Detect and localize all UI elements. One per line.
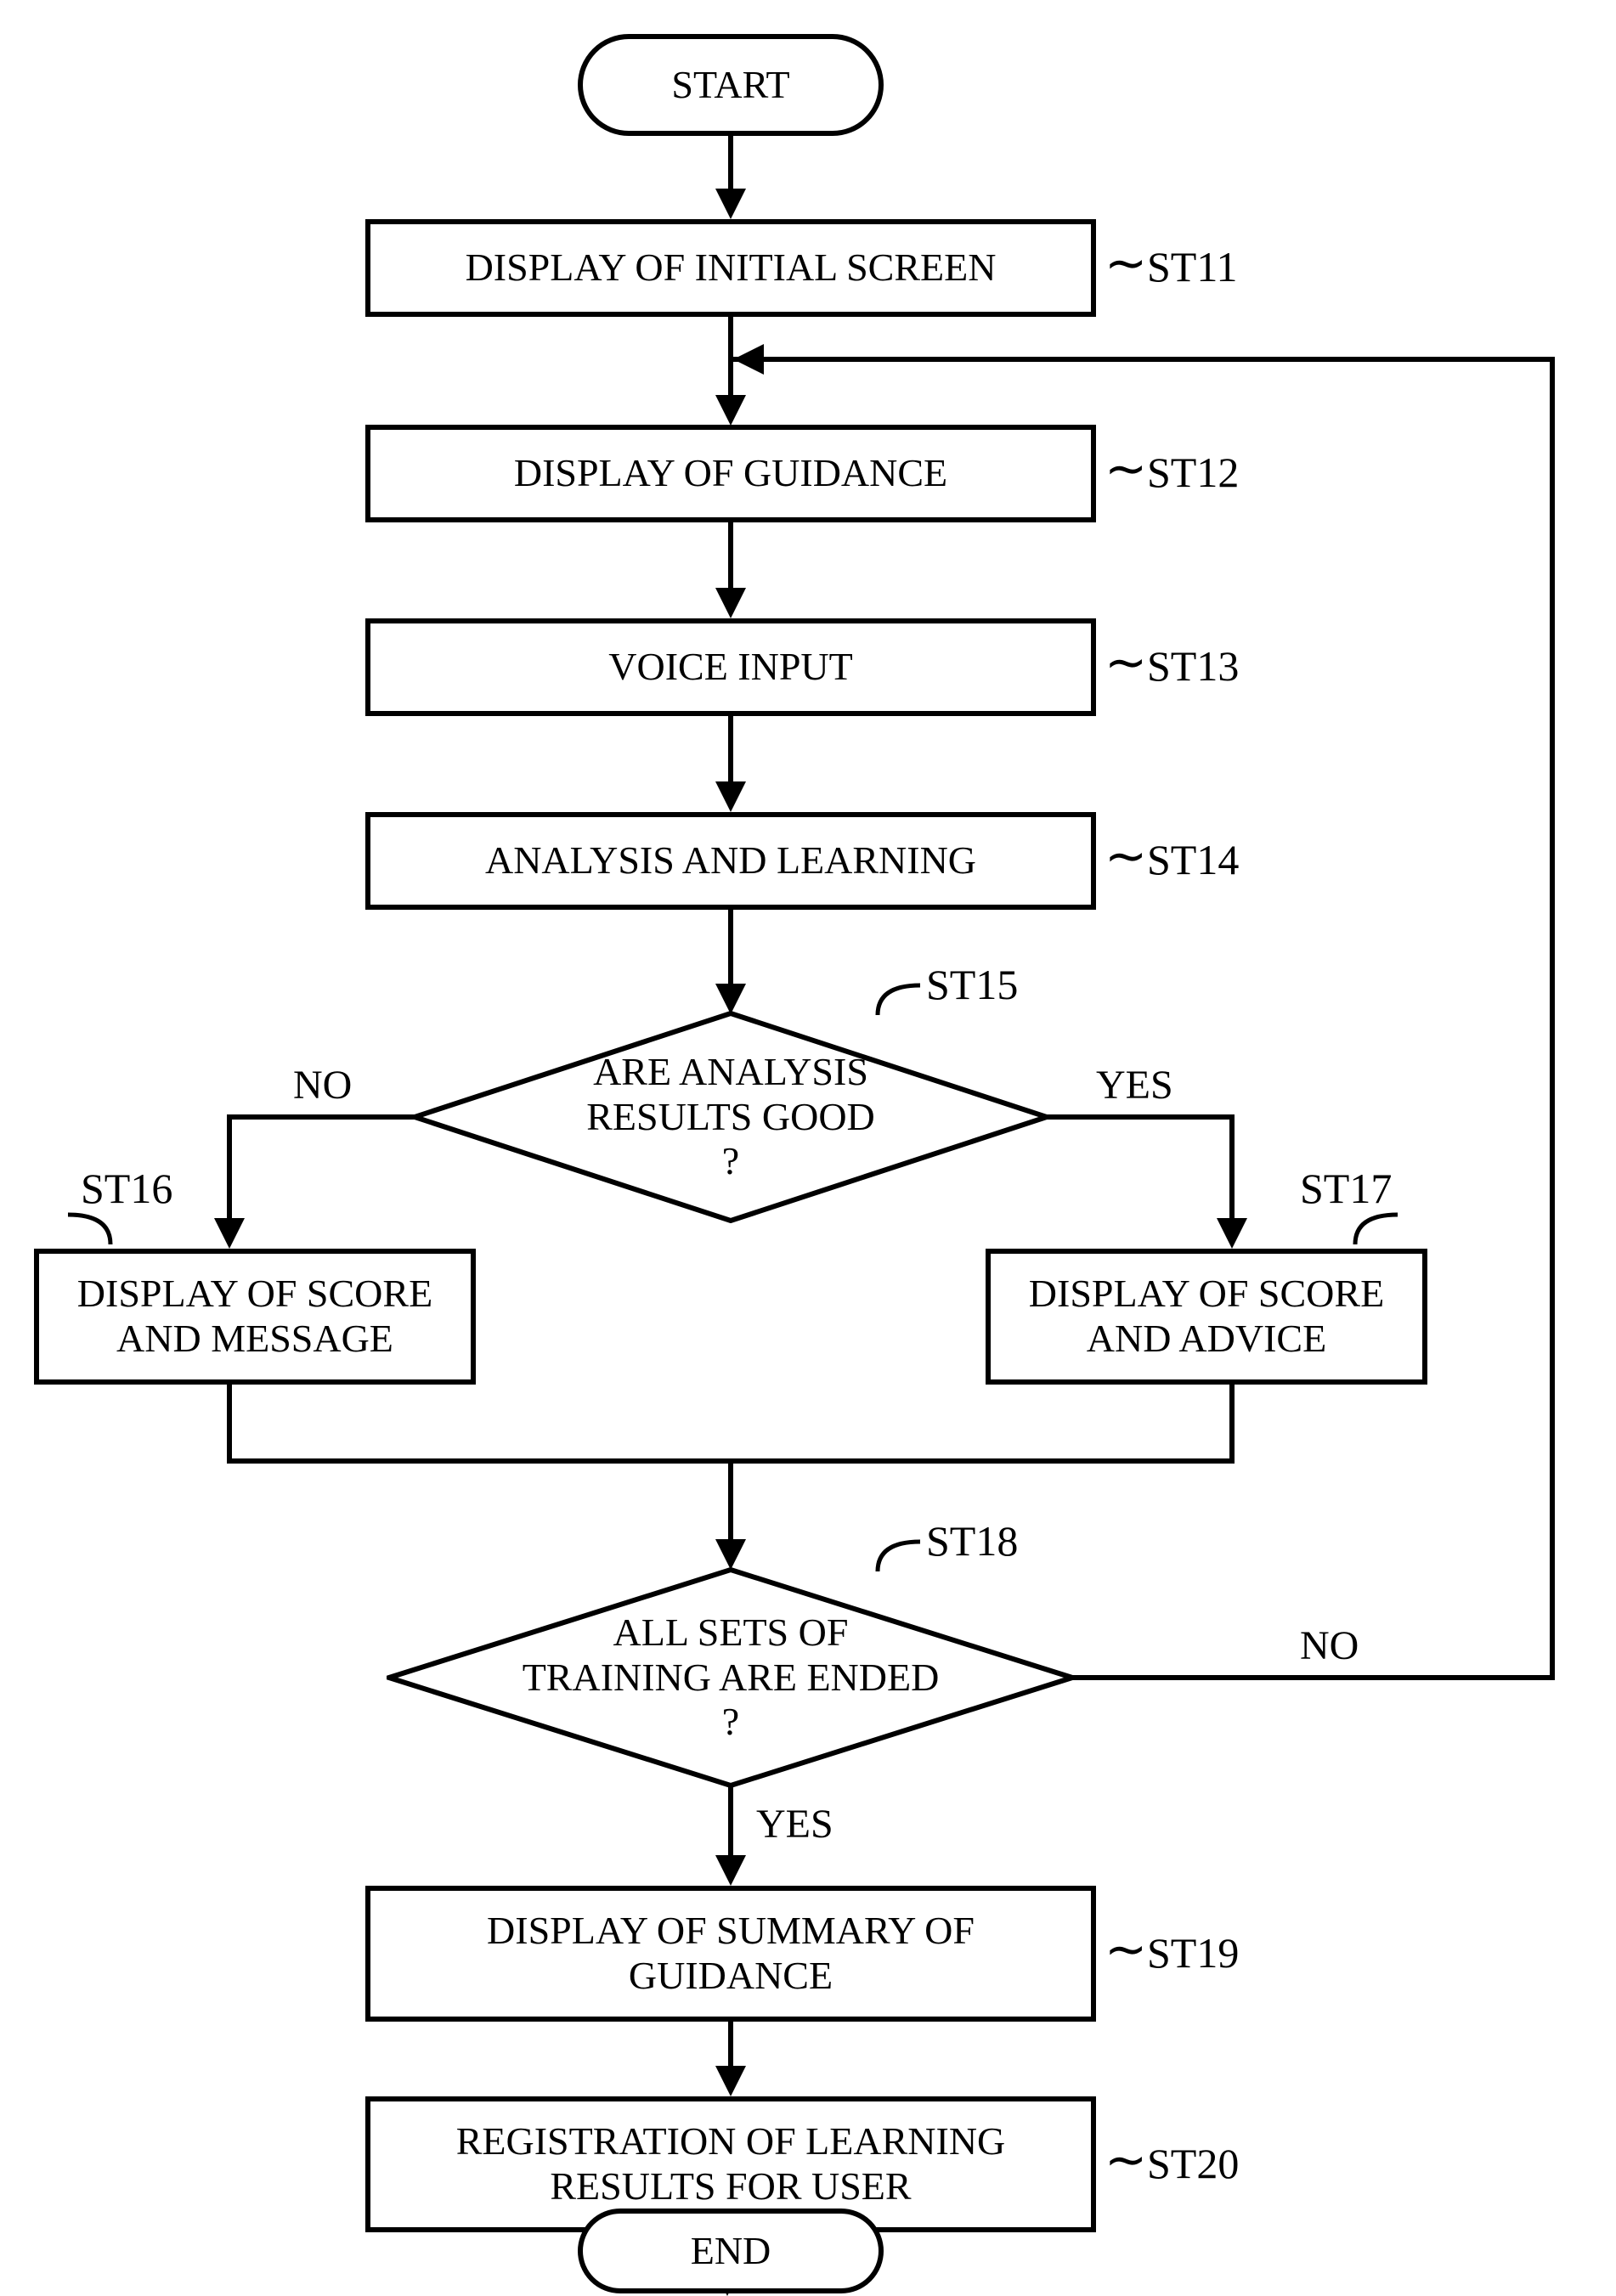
tilde: ∼	[1105, 1920, 1147, 1979]
edge-label-yes-2: YES	[756, 1801, 833, 1848]
tag-hook	[1351, 1206, 1402, 1253]
edge-label-no-2: NO	[1300, 1622, 1359, 1669]
decision-text: ALL SETS OF TRAINING ARE ENDED ?	[523, 1611, 940, 1746]
tilde: ∼	[1105, 826, 1147, 886]
tag-hook	[873, 1533, 924, 1580]
edge	[1071, 1675, 1555, 1680]
process-text: DISPLAY OF GUIDANCE	[514, 451, 947, 496]
label-st17: ST17	[1300, 1164, 1392, 1213]
decision-st18: ALL SETS OF TRAINING ARE ENDED ?	[387, 1567, 1075, 1788]
process-text: DISPLAY OF SCORE AND ADVICE	[1029, 1272, 1384, 1362]
process-text: REGISTRATION OF LEARNING RESULTS FOR USE…	[456, 2119, 1006, 2209]
process-text: ANALYSIS AND LEARNING	[485, 838, 976, 883]
process-st17: DISPLAY OF SCORE AND ADVICE	[986, 1249, 1427, 1385]
edge	[229, 1114, 416, 1120]
arrow-head	[715, 2066, 746, 2096]
decision-st15: ARE ANALYSIS RESULTS GOOD ?	[412, 1011, 1049, 1223]
edge	[1229, 1385, 1235, 1461]
tag-hook	[64, 1206, 115, 1253]
process-text: DISPLAY OF SCORE AND MESSAGE	[77, 1272, 432, 1362]
arrow-head	[715, 395, 746, 426]
tilde: ∼	[1105, 2130, 1147, 2190]
arrow-head	[715, 1855, 746, 1886]
edge	[728, 716, 733, 788]
process-st19: DISPLAY OF SUMMARY OF GUIDANCE	[365, 1886, 1096, 2022]
edge	[731, 357, 1555, 362]
edge	[728, 136, 733, 195]
label-st19: ST19	[1147, 1928, 1239, 1977]
edge	[728, 1461, 733, 1546]
label-st13: ST13	[1147, 641, 1239, 691]
arrow-head	[715, 781, 746, 812]
terminal-start: START	[578, 34, 884, 136]
process-st16: DISPLAY OF SCORE AND MESSAGE	[34, 1249, 476, 1385]
process-text: DISPLAY OF SUMMARY OF GUIDANCE	[487, 1909, 975, 1999]
edge	[1550, 357, 1555, 1680]
arrow-head	[1217, 1218, 1247, 1249]
tag-hook	[873, 977, 924, 1024]
arrow-head	[715, 984, 746, 1014]
arrow-head	[214, 1218, 245, 1249]
edge	[227, 1385, 232, 1461]
tilde: ∼	[1105, 234, 1147, 293]
arrow-head	[733, 344, 764, 375]
tilde: ∼	[1105, 633, 1147, 692]
label-st20: ST20	[1147, 2139, 1239, 2188]
terminal-end-text: END	[691, 2229, 771, 2274]
edge-label-no: NO	[293, 1062, 352, 1109]
label-st12: ST12	[1147, 448, 1239, 497]
edge	[1229, 1114, 1235, 1225]
edge	[728, 910, 733, 990]
terminal-start-text: START	[671, 63, 789, 108]
edge	[1045, 1114, 1232, 1120]
arrow-head	[715, 1539, 746, 1570]
label-st16: ST16	[81, 1164, 172, 1213]
process-st12: DISPLAY OF GUIDANCE	[365, 425, 1096, 522]
tilde: ∼	[1105, 439, 1147, 499]
arrow-head	[715, 588, 746, 618]
process-st13: VOICE INPUT	[365, 618, 1096, 716]
label-st14: ST14	[1147, 835, 1239, 884]
decision-text: ARE ANALYSIS RESULTS GOOD ?	[586, 1050, 875, 1185]
label-st15: ST15	[926, 960, 1018, 1009]
edge-label-yes: YES	[1096, 1062, 1173, 1109]
label-st11: ST11	[1147, 242, 1238, 291]
process-st14: ANALYSIS AND LEARNING	[365, 812, 1096, 910]
edge	[728, 522, 733, 595]
process-text: DISPLAY OF INITIAL SCREEN	[466, 245, 997, 291]
process-text: VOICE INPUT	[608, 645, 852, 690]
label-st18: ST18	[926, 1516, 1018, 1565]
arrow-head	[715, 189, 746, 219]
terminal-end: END	[578, 2209, 884, 2293]
edge	[728, 2022, 733, 2073]
process-st11: DISPLAY OF INITIAL SCREEN	[365, 219, 1096, 317]
edge	[227, 1114, 232, 1225]
edge	[728, 1785, 733, 1862]
